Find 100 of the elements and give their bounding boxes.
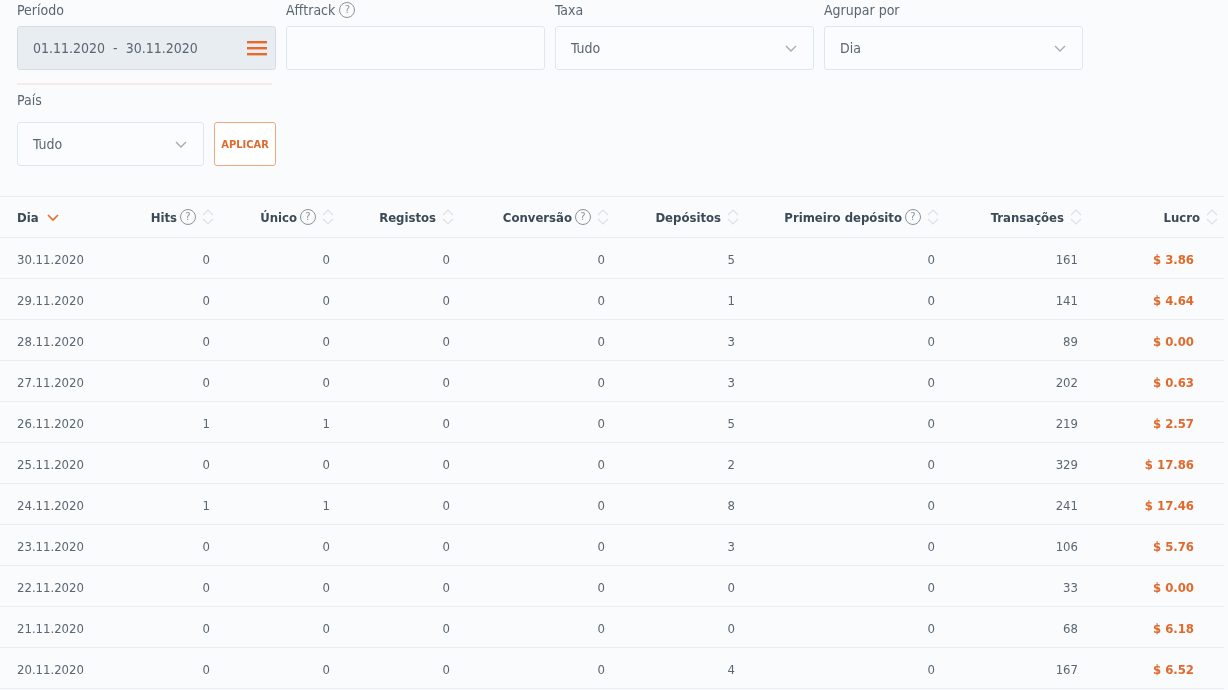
- table-cell: 1: [727, 292, 735, 308]
- table-cell: 1: [322, 497, 330, 513]
- field-label: Agrupar por: [824, 1, 900, 19]
- column-header[interactable]: Conversão: [502, 209, 572, 225]
- profit-cell: $ 0.00: [1152, 579, 1194, 595]
- table-cell: 30.11.2020: [17, 251, 84, 267]
- table-cell: 0: [927, 456, 935, 472]
- table-cell: 0: [322, 661, 330, 677]
- table-cell: 0: [202, 333, 210, 349]
- table-cell: 0: [442, 333, 450, 349]
- column-header[interactable]: Único: [260, 209, 297, 225]
- dropdown-select[interactable]: Tudo: [555, 26, 814, 70]
- table-cell: 0: [597, 374, 605, 390]
- table-cell: 5: [727, 415, 735, 431]
- profit-cell: $ 5.76: [1152, 538, 1194, 554]
- table-cell: 8: [727, 497, 735, 513]
- table-cell: 141: [1055, 292, 1078, 308]
- column-header[interactable]: Dia: [17, 209, 39, 225]
- profit-cell: $ 17.46: [1144, 497, 1194, 513]
- column-header[interactable]: Registos: [379, 209, 436, 225]
- table-cell: 22.11.2020: [17, 579, 84, 595]
- table-cell: 0: [442, 579, 450, 595]
- table-cell: 0: [927, 333, 935, 349]
- profit-cell: $ 4.64: [1152, 292, 1194, 308]
- table-cell: 0: [597, 620, 605, 636]
- table-cell: 0: [927, 579, 935, 595]
- table-cell: 33: [1063, 579, 1078, 595]
- country-select[interactable]: Tudo: [17, 122, 205, 166]
- field-label: Afftrack: [286, 1, 336, 19]
- table-cell: 0: [442, 620, 450, 636]
- profit-cell: $ 6.18: [1152, 620, 1194, 636]
- chevron-down-icon: [1053, 43, 1067, 53]
- table-cell: 0: [927, 374, 935, 390]
- table-cell: 0: [727, 620, 735, 636]
- table-cell: 25.11.2020: [17, 456, 84, 472]
- table-cell: 0: [597, 579, 605, 595]
- profit-cell: $ 2.57: [1152, 415, 1194, 431]
- table-cell: 0: [322, 374, 330, 390]
- table-cell: 0: [597, 251, 605, 267]
- table-cell: 3: [727, 538, 735, 554]
- table-cell: 23.11.2020: [17, 538, 84, 554]
- table-cell: 27.11.2020: [17, 374, 84, 390]
- table-cell: 24.11.2020: [17, 497, 84, 513]
- table-cell: 0: [202, 456, 210, 472]
- column-header[interactable]: Hits: [150, 209, 177, 225]
- text-field[interactable]: [286, 26, 545, 70]
- table-cell: 89: [1063, 333, 1078, 349]
- profit-cell: $ 0.00: [1152, 333, 1194, 349]
- column-header[interactable]: Transações: [990, 209, 1064, 225]
- table-cell: 0: [322, 292, 330, 308]
- profit-cell: $ 3.86: [1152, 251, 1194, 267]
- table-cell: 0: [927, 292, 935, 308]
- column-header[interactable]: Lucro: [1163, 209, 1200, 225]
- column-header[interactable]: Depósitos: [655, 209, 721, 225]
- date-range-field[interactable]: 01.11.2020 - 30.11.2020: [17, 26, 276, 70]
- profit-cell: $ 6.52: [1152, 661, 1194, 677]
- table-cell: 4: [727, 661, 735, 677]
- table-cell: 20.11.2020: [17, 661, 84, 677]
- table-cell: 0: [927, 415, 935, 431]
- table-cell: 202: [1055, 374, 1078, 390]
- table-cell: 68: [1063, 620, 1078, 636]
- table-cell: 3: [727, 333, 735, 349]
- table-cell: 0: [597, 292, 605, 308]
- table-cell: 0: [727, 579, 735, 595]
- profit-cell: $ 0.63: [1152, 374, 1194, 390]
- table-cell: 21.11.2020: [17, 620, 84, 636]
- table-cell: 0: [927, 538, 935, 554]
- table-cell: 0: [322, 579, 330, 595]
- column-header[interactable]: Primeiro depósito: [784, 209, 902, 225]
- table-cell: 0: [927, 620, 935, 636]
- table-cell: 26.11.2020: [17, 415, 84, 431]
- chevron-down-icon: [784, 43, 798, 53]
- table-cell: 167: [1055, 661, 1078, 677]
- table-cell: 5: [727, 251, 735, 267]
- table-cell: 329: [1055, 456, 1078, 472]
- table-cell: 0: [322, 456, 330, 472]
- field-label: País: [17, 91, 43, 109]
- table-cell: 0: [322, 620, 330, 636]
- table-cell: 0: [597, 538, 605, 554]
- table-cell: 0: [442, 497, 450, 513]
- table-cell: 0: [202, 661, 210, 677]
- table-cell: 0: [597, 333, 605, 349]
- table-cell: 0: [927, 251, 935, 267]
- table-cell: 0: [442, 538, 450, 554]
- table-cell: 0: [442, 661, 450, 677]
- table-cell: 0: [202, 292, 210, 308]
- table-cell: 0: [202, 579, 210, 595]
- menu-icon: [247, 39, 267, 57]
- table-cell: 0: [322, 251, 330, 267]
- field-label: Período: [17, 1, 64, 19]
- apply-button[interactable]: APLICAR: [214, 122, 276, 166]
- table-cell: 1: [202, 497, 210, 513]
- table-cell: 28.11.2020: [17, 333, 84, 349]
- table-cell: 1: [202, 415, 210, 431]
- profit-cell: $ 17.86: [1144, 456, 1194, 472]
- table-cell: 1: [322, 415, 330, 431]
- table-cell: 0: [597, 415, 605, 431]
- table-cell: 0: [927, 497, 935, 513]
- dropdown-select[interactable]: Dia: [824, 26, 1083, 70]
- table-cell: 29.11.2020: [17, 292, 84, 308]
